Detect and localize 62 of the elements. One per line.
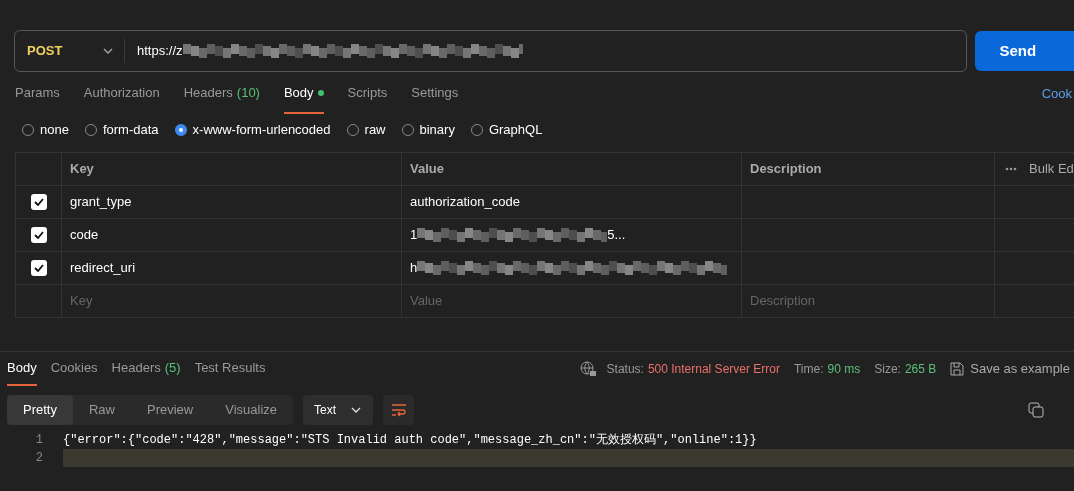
view-mode-tab[interactable]: Preview xyxy=(131,395,210,425)
response-tab[interactable]: Body xyxy=(7,351,37,386)
table-cell-text: redirect_uri xyxy=(70,259,136,278)
send-button[interactable]: Send xyxy=(975,31,1074,71)
response-tab[interactable]: Cookies xyxy=(50,351,98,386)
line-number: 2 xyxy=(34,450,43,467)
radio-label: form-data xyxy=(102,121,159,140)
status-label: Status: xyxy=(606,360,644,378)
table-cell-text: authorization_code xyxy=(410,193,520,212)
radio-label: GraphQL xyxy=(488,121,543,140)
checkbox[interactable] xyxy=(30,194,47,210)
radio-label: x-www-form-urlencoded xyxy=(192,121,331,140)
response-tab[interactable]: Test Results xyxy=(194,351,266,386)
format-select[interactable]: Text xyxy=(303,395,374,425)
chevron-icon xyxy=(102,47,114,55)
size-label: Size: xyxy=(874,360,901,378)
line-number: 1 xyxy=(34,432,43,449)
column-header: Key xyxy=(70,160,94,179)
url-text: https://z xyxy=(137,42,183,61)
size-value: 265 B xyxy=(904,360,937,378)
table-cell-text: grant_type xyxy=(70,193,132,212)
url-bar[interactable]: POST https://z xyxy=(14,30,968,72)
cookies-link[interactable]: Cook xyxy=(1041,84,1074,104)
view-mode-tab[interactable]: Visualize xyxy=(209,395,294,425)
check-icon xyxy=(33,264,44,272)
check-icon xyxy=(33,231,44,239)
request-tab[interactable]: Headers (10) xyxy=(183,74,260,114)
checkbox[interactable] xyxy=(30,227,47,243)
view-mode-tab[interactable]: Raw xyxy=(72,395,131,425)
response-tab[interactable]: Headers (5) xyxy=(111,351,181,386)
radio-label: none xyxy=(40,121,69,140)
table-cell-text: h xyxy=(410,259,418,278)
request-tab[interactable]: Body xyxy=(283,74,324,114)
save-example-button[interactable]: Save as example xyxy=(950,358,1074,379)
table-cell-text: 5... xyxy=(607,226,626,245)
check-icon xyxy=(33,198,44,206)
method-select[interactable]: POST xyxy=(15,39,125,63)
column-header: Description xyxy=(750,160,822,179)
radio-label: binary xyxy=(419,121,455,140)
view-mode-tab[interactable]: Pretty xyxy=(7,395,73,425)
checkbox[interactable] xyxy=(30,260,47,276)
wrap-icon xyxy=(390,403,407,417)
request-tab[interactable]: Params xyxy=(15,74,60,114)
bulk-edit-button[interactable]: Bulk Ed xyxy=(1029,159,1074,179)
request-tab[interactable]: Settings xyxy=(411,74,459,114)
table-cell-text: code xyxy=(70,226,99,245)
table-cell-text: 1 xyxy=(410,226,418,245)
request-tab[interactable]: Authorization xyxy=(83,74,160,114)
radio-label: raw xyxy=(364,121,386,140)
column-header: Value xyxy=(410,160,444,179)
request-tab[interactable]: Scripts xyxy=(347,74,388,114)
radio-button[interactable] xyxy=(174,124,187,136)
time-label: Time: xyxy=(793,360,824,378)
copy-icon xyxy=(1028,402,1044,418)
status-value: 500 Internal Server Error xyxy=(647,360,780,378)
save-icon xyxy=(950,361,965,376)
wrap-lines-button[interactable] xyxy=(383,395,415,425)
code-line: {"error":{"code":"428","message":"STS Invalid auth code","message_zh_cn":"无效授权码","online":1}} xyxy=(63,432,758,449)
globe-lock-icon xyxy=(578,359,597,378)
more-icon xyxy=(1005,167,1017,171)
time-value: 90 ms xyxy=(827,360,861,378)
chevron-icon xyxy=(350,406,363,414)
